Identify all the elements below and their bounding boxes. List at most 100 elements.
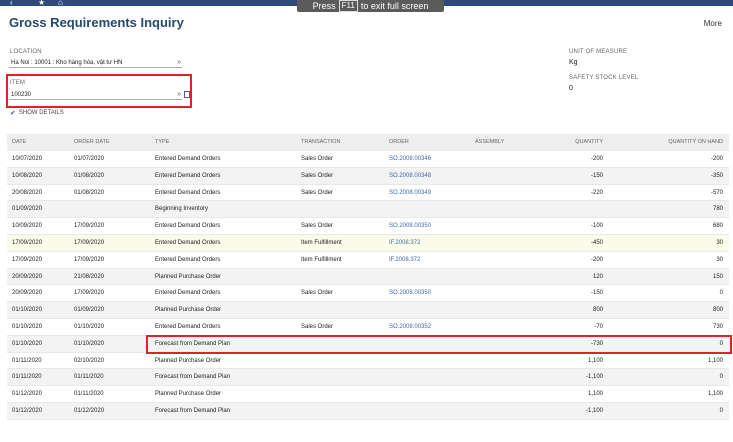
cell-quantity-on-hand: -350 <box>710 172 723 179</box>
cell-order[interactable]: SO.2008.00349 <box>389 185 431 202</box>
cell-quantity: -70 <box>594 323 603 330</box>
column-header-quantity[interactable]: QUANTITY <box>575 134 603 151</box>
cell-quantity-on-hand: 1,100 <box>707 391 723 398</box>
cell-order[interactable]: SO.2008.00350 <box>389 218 431 235</box>
unit-of-measure-label: UNIT OF MEASURE <box>569 49 628 55</box>
cell-order-date: 01/09/2020 <box>74 307 105 314</box>
show-details-label: SHOW DETAILS <box>18 110 64 116</box>
table-row[interactable]: 10/07/2020 01/07/2020 Entered Demand Order… <box>7 151 729 168</box>
fullscreen-banner-suffix: to exit full screen <box>360 1 429 11</box>
cell-quantity-on-hand: 0 <box>719 374 723 381</box>
column-header-assembly[interactable]: ASSEMBLY <box>475 134 504 151</box>
cell-type: Entered Demand Orders <box>155 223 221 230</box>
cell-order-date: 01/10/2020 <box>74 340 105 347</box>
home-icon[interactable]: ⌂ <box>58 0 66 7</box>
table-row[interactable]: 01/09/2020 Beginning Inventory 780 <box>7 201 729 219</box>
cell-order-date: 17/09/2020 <box>74 239 105 246</box>
table-row[interactable]: 01/12/2020 01/12/2020 Forecast from Demand… <box>7 402 729 420</box>
cell-transaction: Item Fulfillment <box>301 239 342 246</box>
cell-type: Entered Demand Orders <box>155 156 221 162</box>
cell-date: 10/07/2020 <box>12 156 43 162</box>
item-highlight-box <box>6 74 192 108</box>
cell-order-date: 01/08/2020 <box>74 172 105 179</box>
table-row[interactable]: 01/10/2020 01/10/2020 Entered Demand Order… <box>7 319 729 336</box>
column-header-quantity-on-hand[interactable]: QUANTITY ON HAND <box>668 134 723 151</box>
table-row[interactable]: 01/10/2020 01/09/2020 Planned Purchase Ord… <box>7 302 729 319</box>
cell-type: Entered Demand Orders <box>155 189 221 196</box>
cell-date: 10/09/2020 <box>12 223 43 230</box>
cell-type: Beginning Inventory <box>155 206 209 213</box>
cell-quantity-on-hand: -200 <box>710 156 723 162</box>
cell-order-date: 01/08/2020 <box>74 189 105 196</box>
column-header-order[interactable]: ORDER <box>389 134 409 151</box>
cell-quantity: 1,100 <box>587 357 603 364</box>
cell-quantity: -1,100 <box>585 374 603 381</box>
table-row[interactable]: 01/12/2020 01/11/2020 Planned Purchase Ord… <box>7 386 729 403</box>
show-details-toggle[interactable]: ✔ SHOW DETAILS <box>10 109 64 117</box>
table-row[interactable]: 17/09/2020 17/09/2020 Entered Demand Order… <box>7 234 729 252</box>
cell-order[interactable]: IF.2008.372 <box>389 252 420 269</box>
cell-quantity: -450 <box>590 239 603 246</box>
cell-quantity: -150 <box>590 290 603 297</box>
location-value: Ha Noi : 10001 : Kho hàng hóa, vật tư HN <box>11 60 123 66</box>
more-button[interactable]: More <box>704 19 722 28</box>
cell-type: Planned Purchase Order <box>155 391 222 398</box>
cell-order[interactable]: SO.2008.00348 <box>389 168 431 185</box>
cell-order[interactable]: IF.2008.372 <box>389 235 420 252</box>
cell-order-date: 17/09/2020 <box>74 223 105 230</box>
cell-date: 17/09/2020 <box>12 239 43 246</box>
cell-order-date: 01/07/2020 <box>74 156 105 162</box>
page-title: Gross Requirements Inquiry <box>9 15 184 30</box>
table-row[interactable]: 20/09/2020 17/09/2020 Entered Demand Order… <box>7 285 729 303</box>
table-row[interactable]: 20/08/2020 01/08/2020 Entered Demand Order… <box>7 185 729 202</box>
cell-transaction: Sales Order <box>301 172 334 179</box>
cell-date: 17/09/2020 <box>12 256 43 263</box>
cell-type: Entered Demand Orders <box>155 239 221 246</box>
cell-order-date: 01/11/2020 <box>74 391 104 398</box>
table-row[interactable]: 17/09/2020 17/09/2020 Entered Demand Order… <box>7 252 729 269</box>
cell-type: Planned Purchase Order <box>155 307 222 314</box>
star-icon[interactable]: ★ <box>38 0 46 7</box>
fullscreen-banner-prefix: Press <box>312 1 336 11</box>
row-highlight-box <box>146 335 732 354</box>
cell-date: 20/09/2020 <box>12 273 43 280</box>
cell-type: Forecast from Demand Plan <box>155 374 231 381</box>
cell-quantity-on-hand: 800 <box>712 307 723 314</box>
cell-quantity-on-hand: 1,100 <box>707 357 723 364</box>
cell-quantity-on-hand: 0 <box>719 290 723 297</box>
checkmark-icon[interactable]: ✔ <box>10 109 16 117</box>
location-select[interactable]: Ha Noi : 10001 : Kho hàng hóa, vật tư HN… <box>9 58 182 68</box>
cell-order[interactable]: SO.2008.00350 <box>389 285 431 302</box>
cell-order[interactable]: SO.2008.00346 <box>389 151 431 168</box>
table-header: DATE ORDER DATE TYPE TRANSACTION ORDER A… <box>7 134 729 151</box>
cell-type: Entered Demand Orders <box>155 323 221 330</box>
cell-type: Entered Demand Orders <box>155 172 221 179</box>
table-row[interactable]: 20/09/2020 21/08/2020 Planned Purchase Ord… <box>7 268 729 286</box>
cell-order-date: 17/09/2020 <box>74 256 105 263</box>
location-label: LOCATION <box>10 49 42 55</box>
table-row[interactable]: 10/08/2020 01/08/2020 Entered Demand Order… <box>7 167 729 185</box>
cell-order-date: 01/12/2020 <box>74 407 105 414</box>
column-header-type[interactable]: TYPE <box>155 134 169 151</box>
table-row[interactable]: 10/09/2020 17/09/2020 Entered Demand Order… <box>7 218 729 235</box>
column-header-date[interactable]: DATE <box>12 134 26 151</box>
chevron-down-icon[interactable]: » <box>177 58 181 68</box>
safety-stock-value: 0 <box>569 85 573 92</box>
fullscreen-banner-key: F11 <box>338 0 358 12</box>
cell-quantity: 1,100 <box>587 391 603 398</box>
cell-date: 20/08/2020 <box>12 189 43 196</box>
cell-quantity: 120 <box>592 273 603 280</box>
cell-date: 01/10/2020 <box>12 307 43 314</box>
table-row[interactable]: 01/11/2020 01/11/2020 Forecast from Demand… <box>7 369 729 387</box>
cell-order-date: 17/09/2020 <box>74 290 105 297</box>
cell-date: 20/09/2020 <box>12 290 43 297</box>
table-row[interactable]: 01/11/2020 02/10/2020 Planned Purchase Ord… <box>7 353 729 370</box>
cell-date: 01/11/2020 <box>12 357 42 364</box>
cell-quantity-on-hand: 0 <box>719 407 723 414</box>
column-header-transaction[interactable]: TRANSACTION <box>301 134 340 151</box>
cell-quantity-on-hand: 730 <box>712 323 723 330</box>
column-header-order-date[interactable]: ORDER DATE <box>74 134 110 151</box>
cell-order[interactable]: SO.2008.00352 <box>389 319 431 336</box>
cell-quantity-on-hand: -570 <box>710 189 723 196</box>
back-icon[interactable]: ‹ <box>10 0 18 7</box>
